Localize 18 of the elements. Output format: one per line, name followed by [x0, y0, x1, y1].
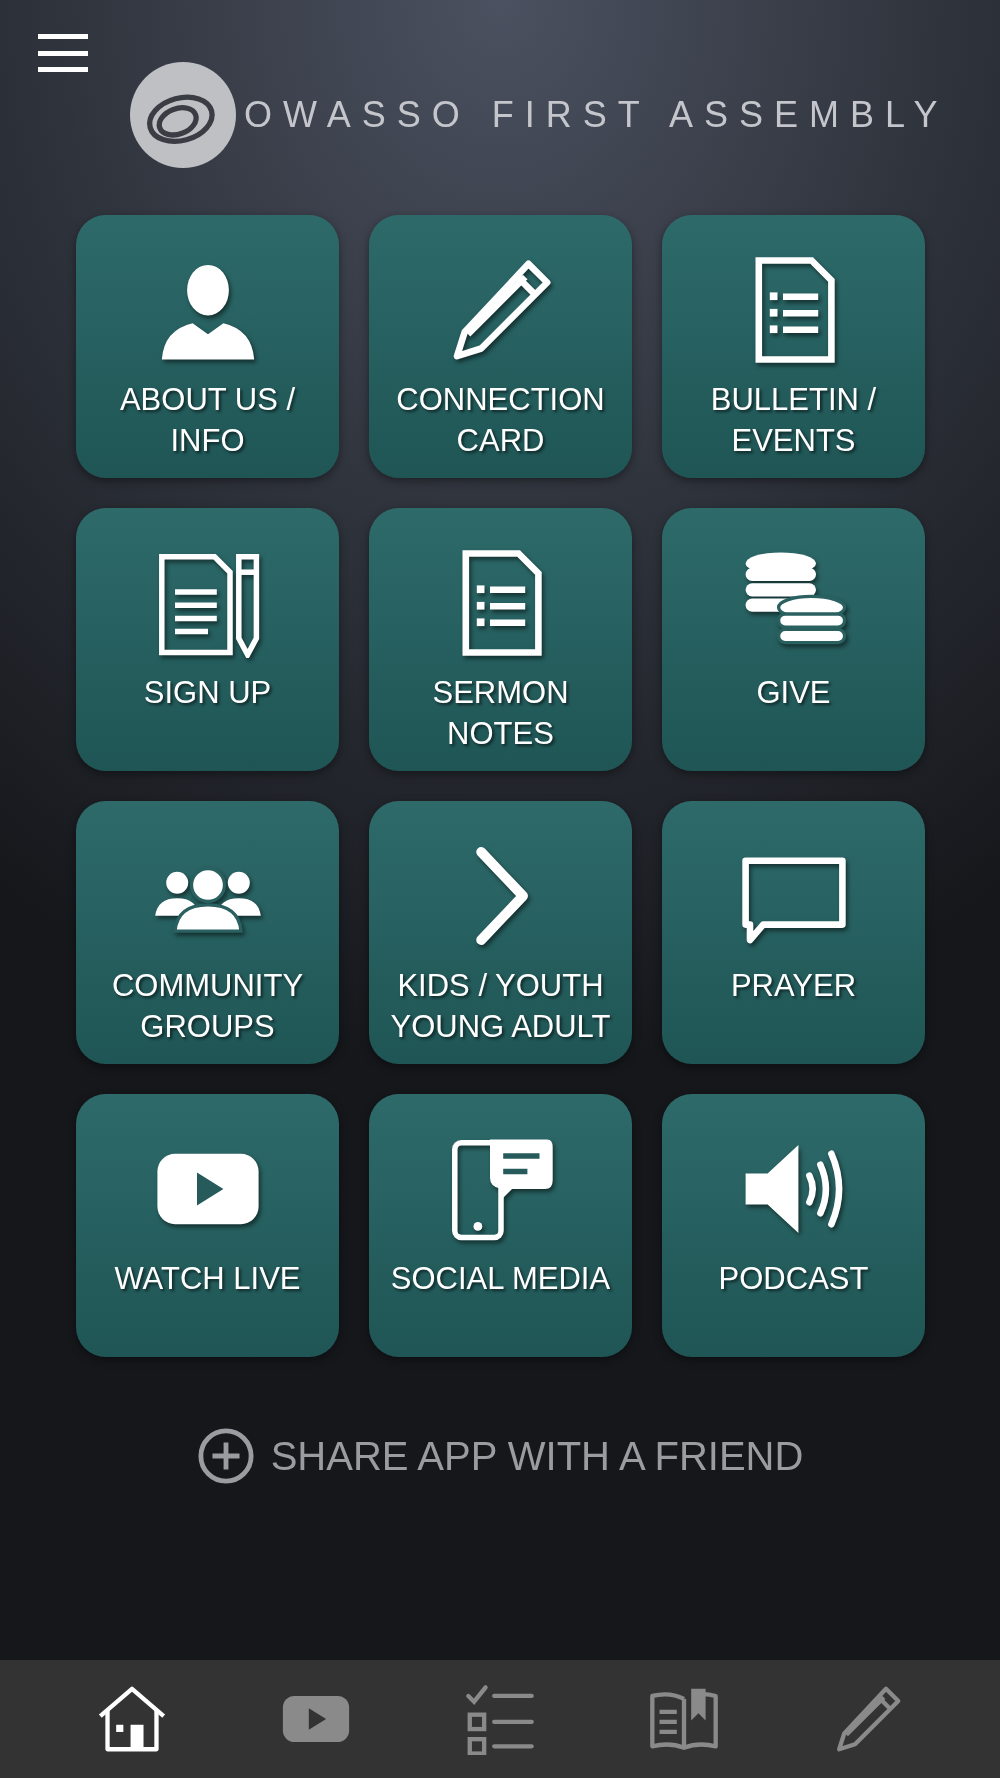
checklist-icon [464, 1683, 536, 1755]
app-title: OWASSO FIRST ASSEMBLY [244, 94, 949, 136]
menu-tile[interactable]: PRAYER [662, 801, 925, 1064]
plus-circle-icon [196, 1427, 255, 1485]
menu-button[interactable] [38, 34, 88, 72]
menu-tile[interactable]: SERMON NOTES [369, 508, 632, 771]
menu-tile[interactable]: COMMUNITY GROUPS [76, 801, 339, 1064]
menu-tile[interactable]: PODCAST [662, 1094, 925, 1357]
menu-tile[interactable]: SOCIAL MEDIA [369, 1094, 632, 1357]
menu-tile[interactable]: ABOUT US / INFO [76, 215, 339, 478]
logo-icon [130, 62, 236, 168]
menu-tile[interactable]: GIVE [662, 508, 925, 771]
menu-tile[interactable]: BULLETIN / EVENTS [662, 215, 925, 478]
share-app-link[interactable]: SHARE APP WITH A FRIEND [270, 1433, 804, 1479]
menu-tile[interactable]: WATCH LIVE [76, 1094, 339, 1357]
menu-tile[interactable]: CONNECTION CARD [369, 215, 632, 478]
menu-tile[interactable]: SIGN UP [76, 508, 339, 771]
menu-tile[interactable]: KIDS / YOUTH YOUNG ADULT [369, 801, 632, 1064]
